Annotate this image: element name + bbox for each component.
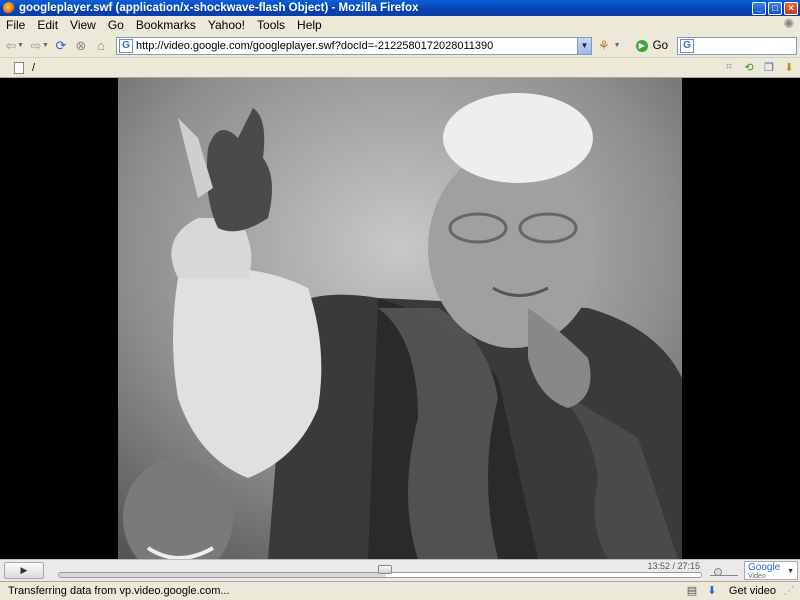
volume-slider[interactable] <box>710 566 738 576</box>
activity-throbber-icon: ✺ <box>783 16 795 31</box>
download-icon[interactable]: ⬇ <box>782 61 796 74</box>
status-bar: Transferring data from vp.video.google.c… <box>0 581 800 600</box>
play-button[interactable]: ▶ <box>4 562 44 579</box>
url-bar[interactable]: G http://video.google.com/googleplayer.s… <box>116 36 592 55</box>
search-box[interactable]: G <box>677 36 797 55</box>
flash-player-area[interactable] <box>0 78 800 559</box>
tab-bar: / ⌗ ⟲ ❐ ⬇ <box>0 58 800 78</box>
menu-bar: File Edit View Go Bookmarks Yahoo! Tools… <box>0 16 800 34</box>
back-dropdown-icon[interactable]: ▼ <box>17 42 25 49</box>
tab-label[interactable]: / <box>32 62 35 74</box>
menu-edit[interactable]: Edit <box>31 18 64 32</box>
timecode: 13:52 / 27:15 <box>647 561 700 571</box>
menu-file[interactable]: File <box>0 18 31 32</box>
google-favicon-icon: G <box>119 38 133 53</box>
menu-view[interactable]: View <box>64 18 102 32</box>
home-icon[interactable]: ⌂ <box>92 37 110 55</box>
progress-scrubber[interactable] <box>378 565 393 574</box>
close-button[interactable]: ✕ <box>784 1 798 15</box>
refresh-green-icon[interactable]: ⟲ <box>742 61 756 74</box>
yahoo-toolbar-icon[interactable]: ⚘ <box>598 38 610 54</box>
menu-go[interactable]: Go <box>102 18 130 32</box>
url-history-dropdown-icon[interactable]: ▼ <box>577 37 591 54</box>
status-text: Transferring data from vp.video.google.c… <box>8 585 230 597</box>
stop-icon[interactable]: ⊗ <box>72 37 90 55</box>
search-engine-google-icon[interactable]: G <box>680 38 694 53</box>
progress-fill <box>59 573 387 577</box>
window-title: googleplayer.swf (application/x-shockwav… <box>19 2 419 14</box>
menu-tools[interactable]: Tools <box>251 18 291 32</box>
firefox-icon <box>3 2 15 14</box>
go-arrow-icon: ▶ <box>635 39 648 52</box>
menu-yahoo[interactable]: Yahoo! <box>202 18 251 32</box>
video-frame[interactable] <box>118 78 682 559</box>
get-video-button[interactable]: Get video <box>729 585 776 597</box>
volume-knob[interactable] <box>714 568 722 576</box>
clip-icon[interactable]: ⌗ <box>722 61 736 74</box>
window-icon[interactable]: ❐ <box>762 61 776 74</box>
resize-grip-icon[interactable]: ⋰ <box>782 584 796 598</box>
google-video-menu-button[interactable]: Google Video ▼ <box>744 561 798 580</box>
forward-dropdown-icon[interactable]: ▼ <box>42 42 50 49</box>
url-input[interactable]: http://video.google.com/googleplayer.swf… <box>136 40 577 52</box>
window-titlebar[interactable]: googleplayer.swf (application/x-shockwav… <box>0 0 800 16</box>
menu-help[interactable]: Help <box>291 18 328 32</box>
yahoo-dropdown-icon[interactable]: ▼ <box>614 42 622 49</box>
go-button[interactable]: ▶ Go <box>635 39 668 52</box>
google-video-dropdown-icon: ▼ <box>787 568 794 575</box>
go-label: Go <box>652 39 668 52</box>
get-video-icon[interactable]: ⬇ <box>705 584 719 598</box>
video-frame-image <box>118 78 682 559</box>
video-controls: ▶ 13:52 / 27:15 Google Video ▼ <box>0 559 800 581</box>
maximize-button[interactable]: □ <box>768 1 782 15</box>
navigation-toolbar: ⇦ ▼ ⇨ ▼ ⟳ ⊗ ⌂ G http://video.google.com/… <box>0 34 800 58</box>
minimize-button[interactable]: _ <box>752 1 766 15</box>
page-icon <box>14 61 24 74</box>
tab-tools: ⌗ ⟲ ❐ ⬇ <box>722 61 796 74</box>
status-icons: ▤ ⬇ Get video ⋰ <box>685 584 796 598</box>
flash-status-icon[interactable]: ▤ <box>685 584 699 598</box>
menu-bookmarks[interactable]: Bookmarks <box>130 18 202 32</box>
reload-icon[interactable]: ⟳ <box>52 37 70 55</box>
